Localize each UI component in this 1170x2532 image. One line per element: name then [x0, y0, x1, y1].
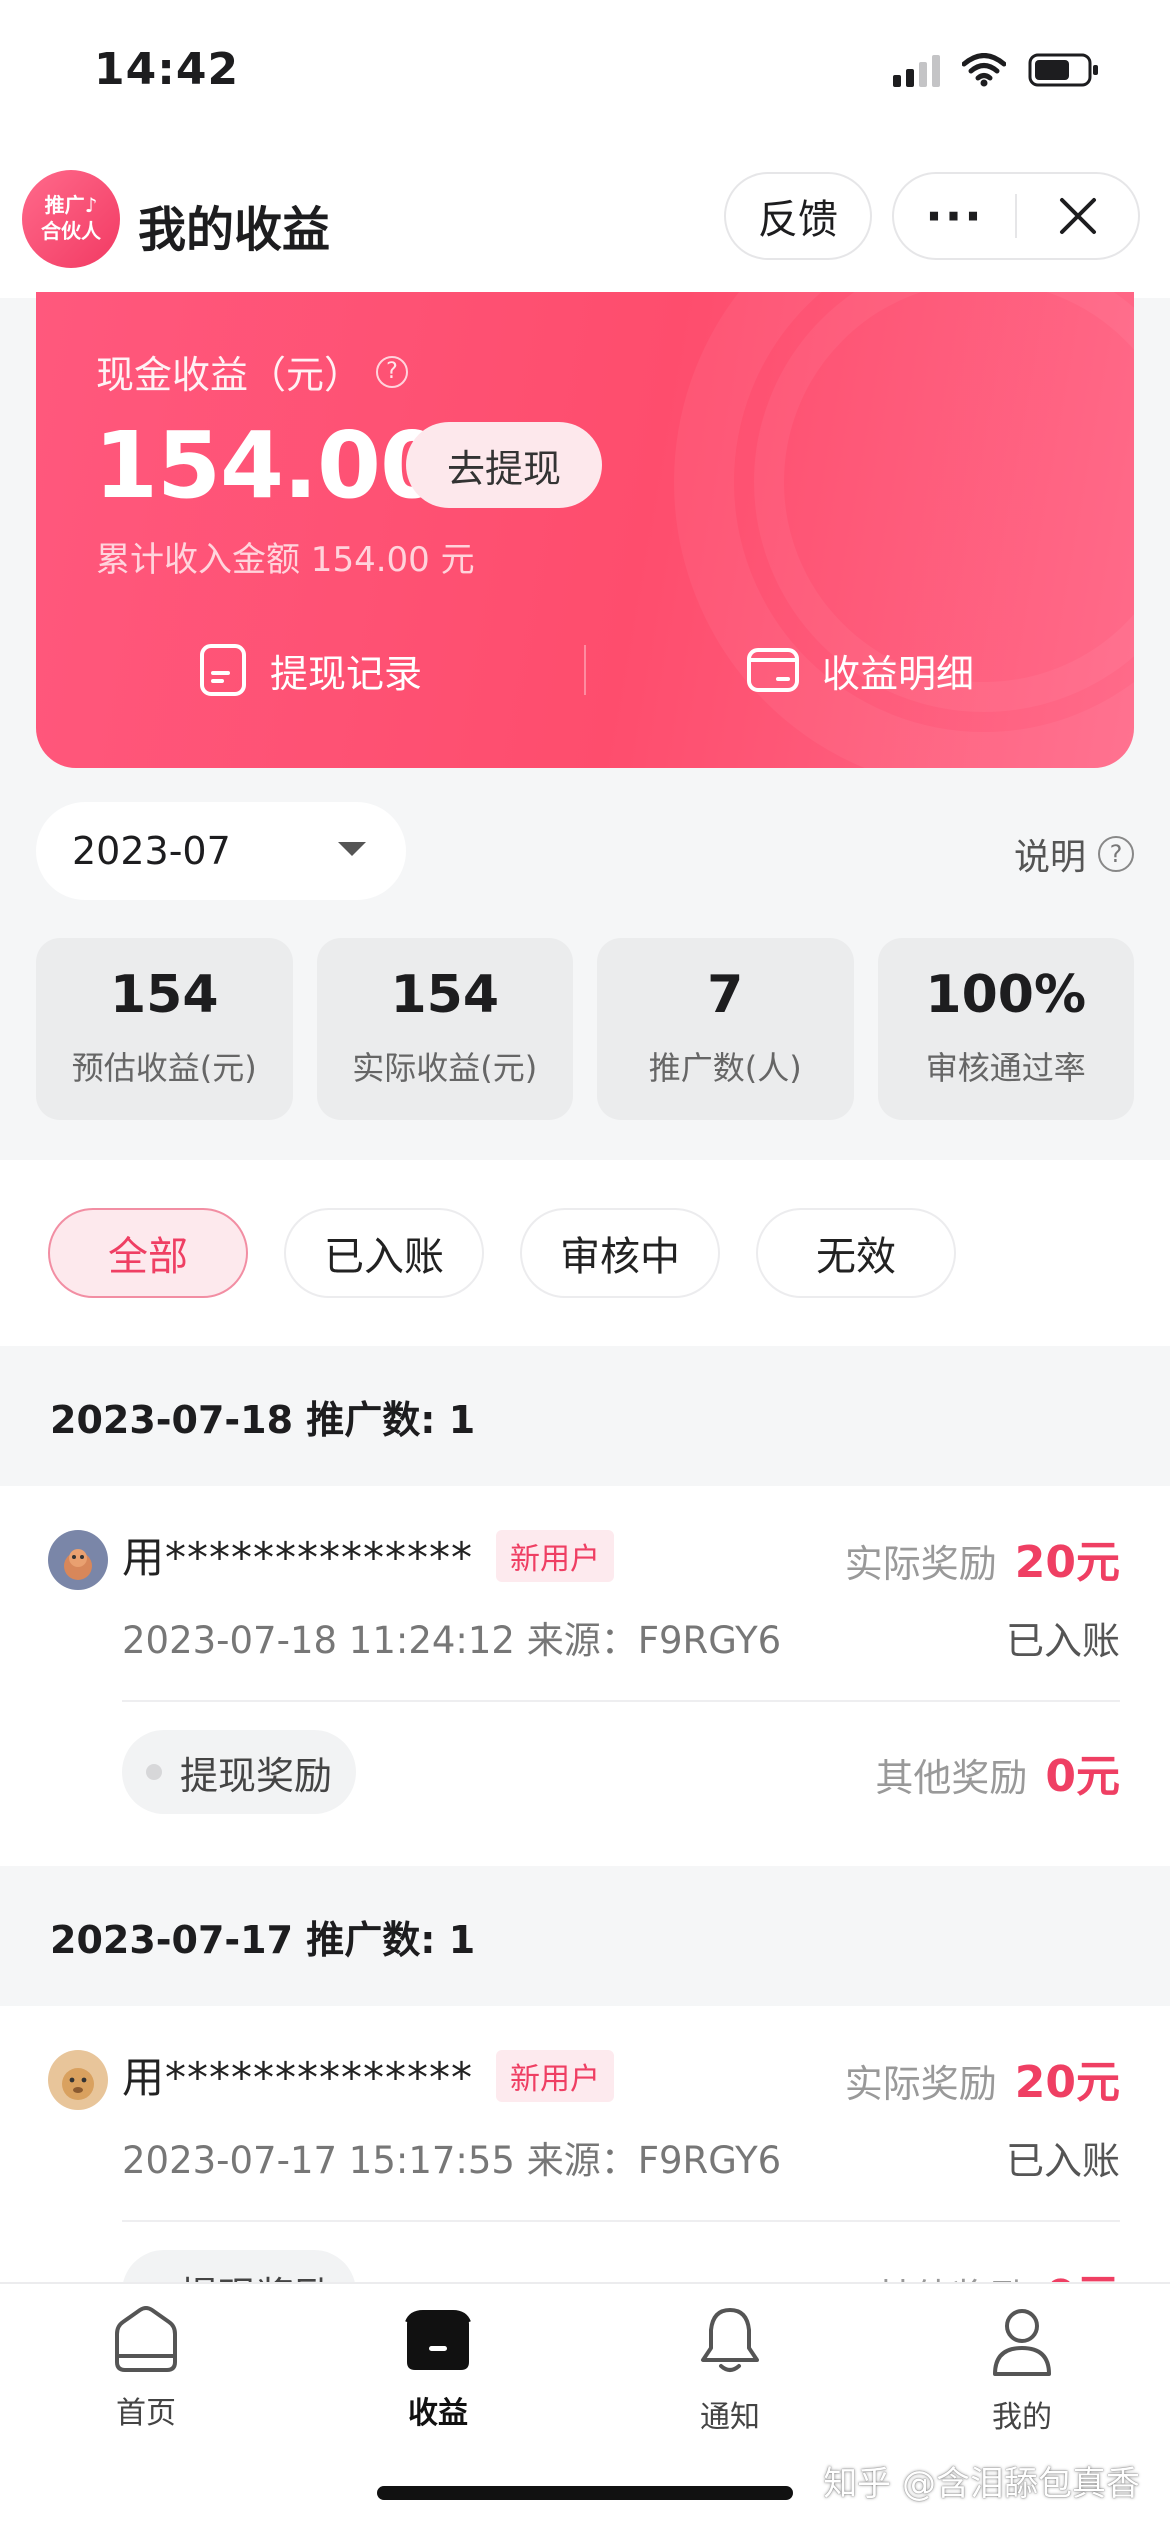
other-reward: 其他奖励 0元 — [875, 1740, 1120, 1804]
stat-promotion-count: 7 推广数(人) — [597, 938, 854, 1120]
avatar — [48, 1530, 108, 1590]
bell-icon — [701, 2308, 759, 2372]
tab-all[interactable]: 全部 — [48, 1208, 248, 1298]
close-icon — [1059, 198, 1096, 234]
day-header: 2023-07-18 推广数: 1 — [0, 1346, 1170, 1486]
tabbar-earnings[interactable]: 收益 — [338, 2304, 538, 2432]
earnings-detail-button[interactable]: 收益明细 — [586, 643, 1134, 698]
record-meta: 2023-07-18 11:24:12 来源：F9RGY6 — [122, 1619, 782, 1662]
withdraw-records-label: 提现记录 — [269, 651, 422, 696]
earnings-card: 现金收益（元） ? 154.00 去提现 累计收入金额 154.00 元 提现记… — [36, 292, 1134, 768]
tabbar-label: 首页 — [116, 2396, 176, 2431]
reward-value: 20元 — [1014, 1537, 1120, 1588]
stat-label: 实际收益(元) — [352, 1049, 538, 1087]
home-icon — [115, 2306, 177, 2372]
withdraw-records-button[interactable]: 提现记录 — [36, 643, 584, 698]
tabbar-notifications[interactable]: 通知 — [630, 2304, 830, 2436]
record-status: 已入账 — [1005, 1619, 1120, 1663]
new-user-badge: 新用户 — [496, 1530, 614, 1582]
help-icon[interactable]: ? — [376, 355, 409, 388]
divider — [122, 2220, 1120, 2222]
status-icons — [893, 52, 1100, 88]
earnings-actions: 提现记录 收益明细 — [36, 612, 1134, 728]
user-name: 用************** — [122, 2053, 474, 2102]
watermark: 知乎 @含泪舔包真香 — [823, 2464, 1140, 2504]
receipt-icon — [199, 644, 246, 696]
caret-down-icon — [338, 842, 366, 856]
stat-label: 审核通过率 — [925, 1049, 1086, 1087]
status-bar: 14:42 — [0, 0, 1170, 150]
stat-label: 预估收益(元) — [71, 1049, 257, 1087]
earnings-label: 现金收益（元） ? — [96, 344, 409, 399]
status-time: 14:42 — [94, 44, 240, 95]
app-logo: 推广♪ 合伙人 — [22, 170, 120, 268]
tab-invalid[interactable]: 无效 — [756, 1208, 956, 1298]
stat-value: 154 — [109, 965, 219, 1025]
reward-label: 实际奖励 — [844, 2062, 997, 2106]
tabbar-label: 收益 — [408, 2396, 468, 2431]
close-button[interactable] — [1017, 174, 1138, 258]
record-item[interactable]: 用************** 新用户 实际奖励 20元 2023-07-18 … — [0, 1486, 1170, 1866]
actual-reward: 实际奖励 20元 — [845, 2046, 1120, 2110]
wifi-icon — [962, 53, 1006, 87]
logo-text-line2: 合伙人 — [41, 219, 101, 243]
explain-label: 说明 — [1013, 837, 1086, 878]
new-user-badge: 新用户 — [496, 2050, 614, 2102]
status-dot-icon — [146, 1764, 162, 1780]
user-name: 用************** — [122, 1533, 474, 1582]
stat-actual-earnings: 154 实际收益(元) — [316, 938, 573, 1120]
wallet-icon — [405, 2310, 471, 2370]
cellular-signal-icon — [893, 53, 940, 87]
profile-icon — [993, 2309, 1051, 2376]
miniapp-capsule: ··· — [892, 172, 1140, 260]
total-income: 累计收入金额 154.00 元 — [96, 540, 475, 580]
reward-label: 实际奖励 — [844, 1542, 997, 1586]
battery-icon — [1028, 53, 1098, 87]
day-header: 2023-07-17 推广数: 1 — [0, 1866, 1170, 2006]
other-reward-label: 其他奖励 — [875, 1756, 1028, 1800]
tabbar-profile[interactable]: 我的 — [922, 2304, 1122, 2436]
withdraw-reward-chip: 提现奖励 — [122, 1730, 357, 1814]
tabbar-label: 我的 — [992, 2400, 1052, 2435]
stat-label: 推广数(人) — [648, 1049, 802, 1087]
stats-row: 154 预估收益(元) 154 实际收益(元) 7 推广数(人) 100% 审核… — [36, 938, 1134, 1120]
earnings-label-text: 现金收益（元） — [96, 353, 363, 397]
stat-estimated-earnings: 154 预估收益(元) — [36, 938, 293, 1120]
wallet-outline-icon — [746, 648, 799, 692]
avatar — [48, 2050, 108, 2110]
tabbar-label: 通知 — [700, 2400, 760, 2435]
app-screen: 14:42 推广♪ 合伙人 我的收益 反馈 ··· 现金收益（元） ? 154.… — [0, 0, 1170, 2532]
stat-value: 7 — [707, 965, 744, 1025]
divider — [122, 1700, 1120, 1702]
logo-text-line1: 推广♪ — [44, 193, 98, 217]
feedback-button[interactable]: 反馈 — [724, 172, 872, 260]
tab-reviewing[interactable]: 审核中 — [520, 1208, 720, 1298]
month-value: 2023-07 — [72, 829, 231, 873]
chip-label: 提现奖励 — [180, 1753, 333, 1798]
other-reward-value: 0元 — [1045, 1751, 1120, 1802]
tabbar-home[interactable]: 首页 — [46, 2304, 246, 2432]
actual-reward: 实际奖励 20元 — [845, 1526, 1120, 1590]
record-meta: 2023-07-17 15:17:55 来源：F9RGY6 — [122, 2139, 782, 2182]
more-button[interactable]: ··· — [894, 174, 1015, 258]
tab-credited[interactable]: 已入账 — [284, 1208, 484, 1298]
stat-approval-rate: 100% 审核通过率 — [877, 938, 1134, 1120]
record-status: 已入账 — [1005, 2139, 1120, 2183]
help-icon: ? — [1098, 836, 1134, 872]
nav-bar: 推广♪ 合伙人 我的收益 反馈 ··· — [0, 150, 1170, 298]
month-selector[interactable]: 2023-07 — [36, 802, 406, 900]
reward-value: 20元 — [1014, 2057, 1120, 2108]
stat-value: 100% — [925, 965, 1087, 1025]
earnings-detail-label: 收益明细 — [821, 651, 974, 696]
status-tabs: 全部 已入账 审核中 无效 — [48, 1208, 956, 1298]
more-icon: ··· — [925, 189, 984, 243]
home-indicator[interactable] — [377, 2486, 793, 2500]
withdraw-button[interactable]: 去提现 — [406, 422, 602, 508]
earnings-amount: 154.00 — [94, 412, 444, 519]
stat-value: 154 — [390, 965, 500, 1025]
page-title: 我的收益 — [138, 202, 331, 258]
explain-link[interactable]: 说明 ? — [1014, 828, 1134, 880]
